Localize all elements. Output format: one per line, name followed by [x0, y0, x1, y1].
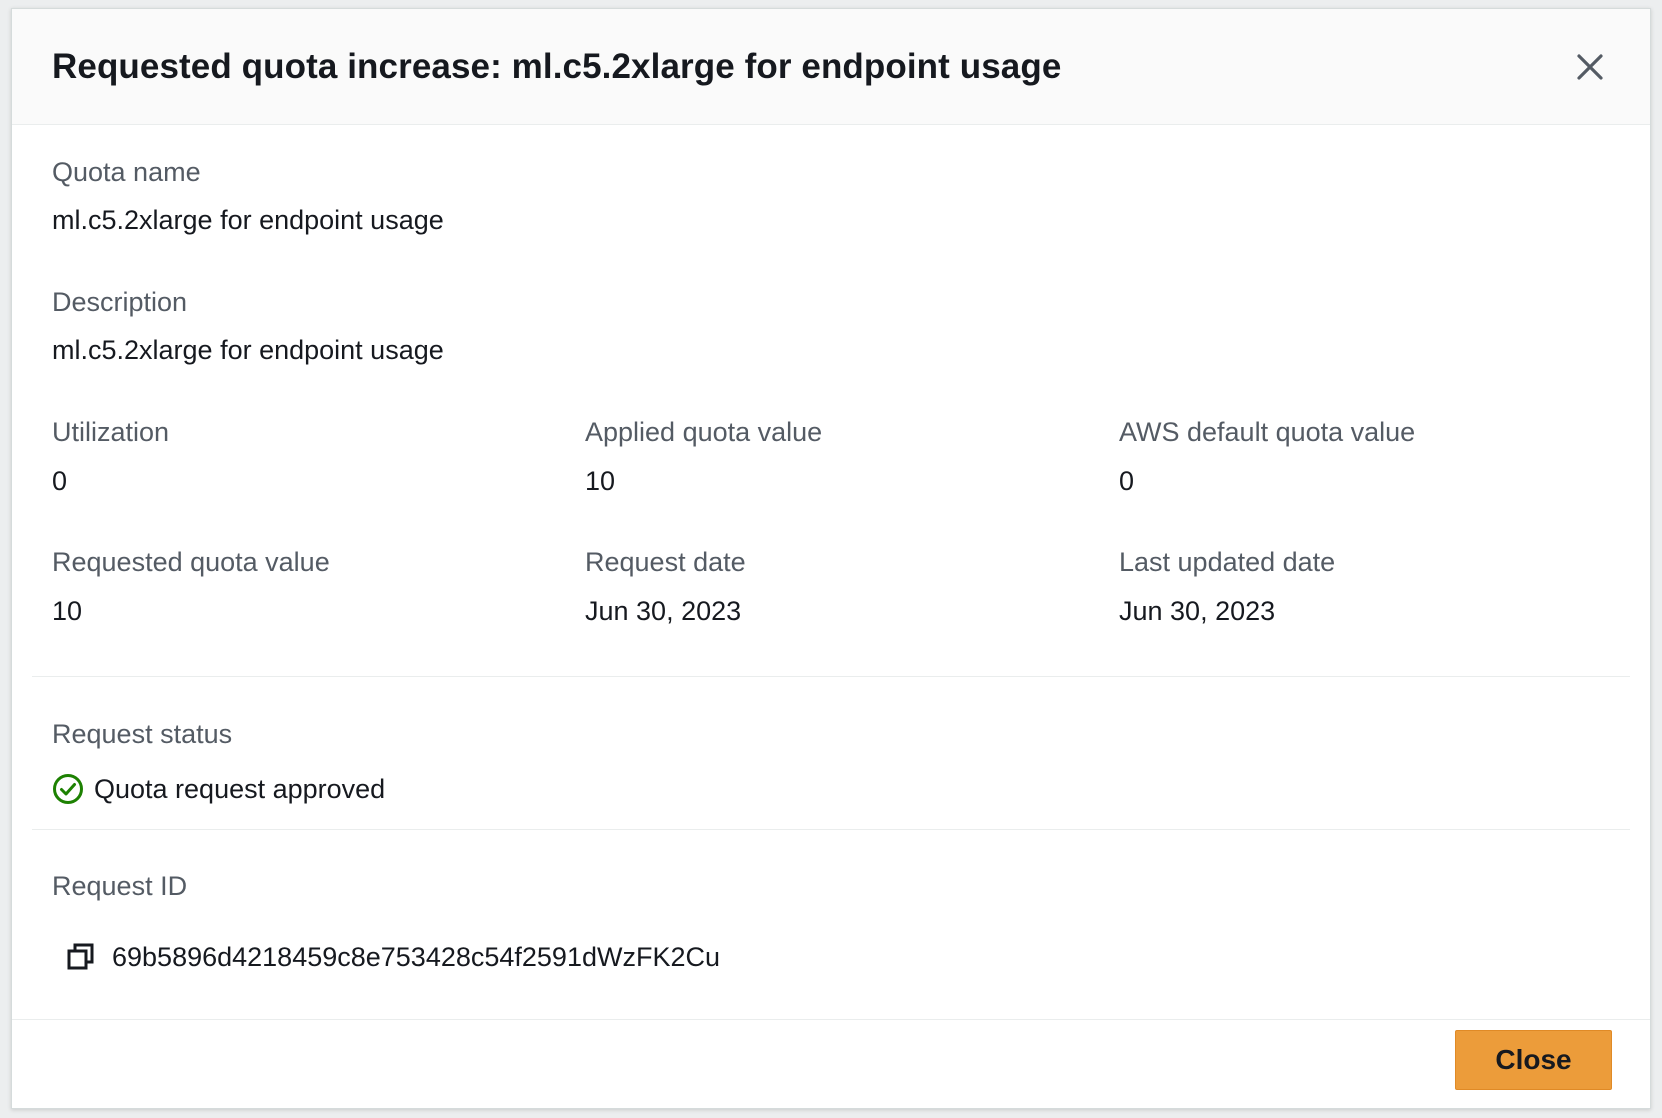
request-id-value[interactable]: 69b5896d4218459c8e753428c54f2591dWzFK2Cu [112, 942, 720, 973]
request-date-label: Request date [585, 547, 746, 577]
applied-quota-value-value: 10 [585, 466, 616, 496]
last-updated-date-label: Last updated date [1119, 547, 1336, 577]
quota-request-modal: Requested quota increase: ml.c5.2xlarge … [11, 8, 1651, 1109]
close-x-icon[interactable] [1572, 49, 1608, 85]
modal-title: Requested quota increase: ml.c5.2xlarge … [52, 47, 1062, 86]
applied-quota-value-label: Applied quota value [585, 417, 823, 447]
quota-name-value: ml.c5.2xlarge for endpoint usage [52, 205, 444, 235]
requested-quota-value-value: 10 [52, 596, 83, 626]
aws-default-quota-value-value: 0 [1119, 466, 1135, 496]
request-id-label: Request ID [52, 871, 188, 901]
divider [32, 676, 1630, 677]
request-status-value: Quota request approved [94, 773, 386, 804]
aws-default-quota-value-label: AWS default quota value [1119, 417, 1416, 447]
last-updated-date-value: Jun 30, 2023 [1119, 596, 1276, 626]
check-circle-icon [53, 774, 83, 804]
request-date-value: Jun 30, 2023 [585, 596, 742, 626]
divider [32, 829, 1630, 830]
description-label: Description [52, 287, 188, 317]
close-button[interactable]: Close [1455, 1030, 1612, 1090]
description-value: ml.c5.2xlarge for endpoint usage [52, 335, 444, 365]
request-status-label: Request status [52, 719, 233, 749]
modal-header: Requested quota increase: ml.c5.2xlarge … [12, 9, 1650, 125]
utilization-label: Utilization [52, 417, 170, 447]
request-id: 69b5896d4218459c8e753428c54f2591dWzFK2Cu [66, 937, 720, 977]
copy-icon[interactable] [66, 942, 96, 972]
utilization-value: 0 [52, 466, 68, 496]
request-status: Quota request approved [52, 771, 385, 807]
modal-footer-divider [12, 1019, 1650, 1020]
requested-quota-value-label: Requested quota value [52, 547, 330, 577]
quota-name-label: Quota name [52, 157, 201, 187]
